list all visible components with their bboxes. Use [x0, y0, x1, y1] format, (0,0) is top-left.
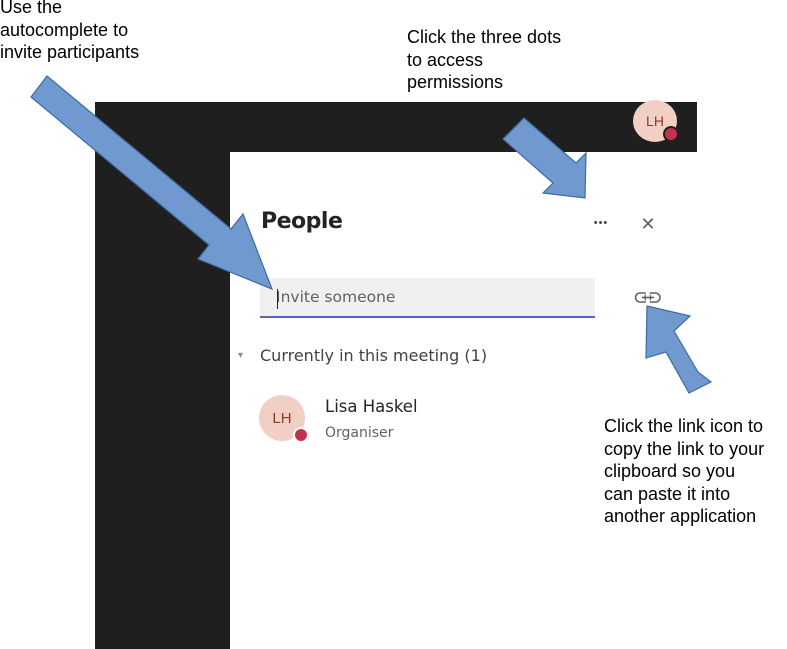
- arrow-to-more-options: [502, 117, 587, 199]
- arrow-to-link-icon: [645, 305, 713, 394]
- annotation-arrows: [30, 75, 713, 394]
- annotation-permissions: Click the three dots to access permissio…: [407, 27, 562, 92]
- arrow-to-invite-field: [30, 75, 274, 291]
- annotation-copy-link: Click the link icon to copy the link to …: [604, 416, 765, 526]
- annotation-invite: Use the autocomplete to invite participa…: [0, 0, 140, 62]
